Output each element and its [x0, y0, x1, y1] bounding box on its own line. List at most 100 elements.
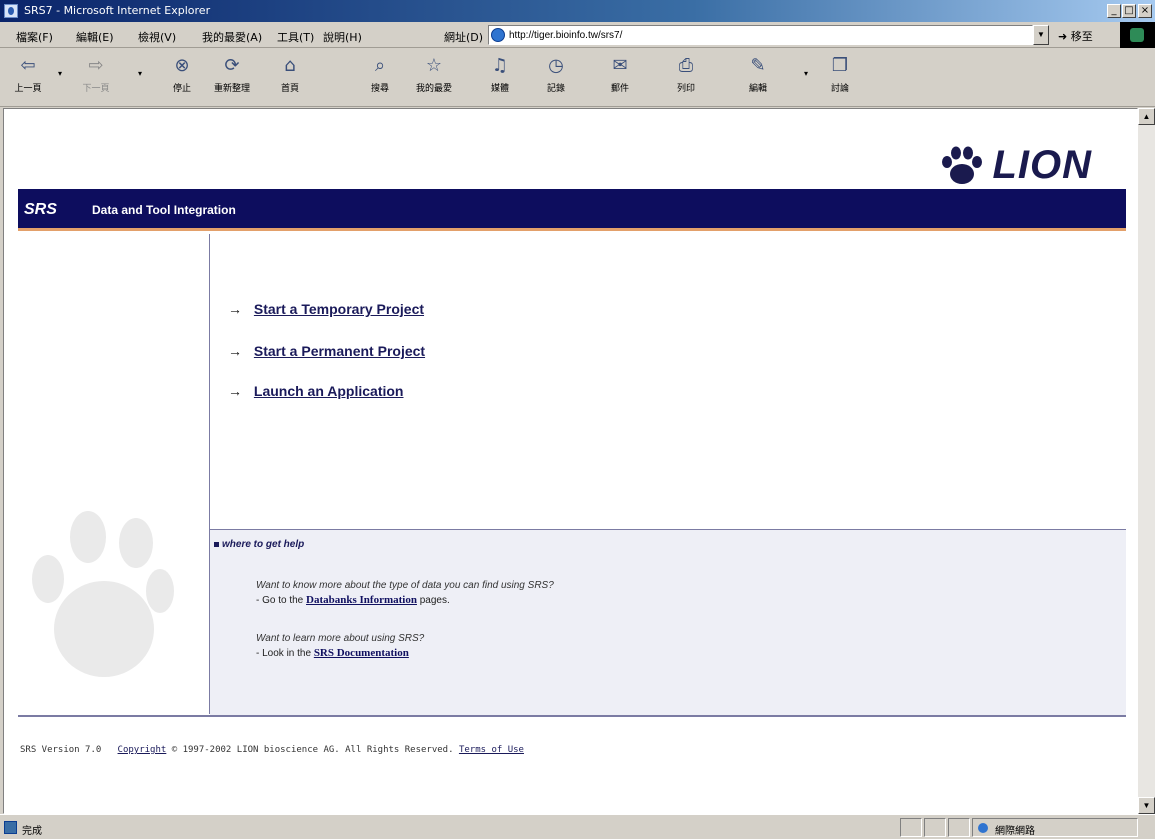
internet-zone-icon	[978, 823, 988, 833]
edit-label: 編輯	[748, 84, 767, 94]
title-bar: SRS7 - Microsoft Internet Explorer _ □ ×	[0, 0, 1155, 22]
stop-button[interactable]: ⊗ 停止	[160, 53, 204, 101]
back-button[interactable]: ⇦ 上一頁	[6, 53, 50, 101]
print-button[interactable]: ⎙ 列印	[664, 53, 708, 101]
edit-dropdown-icon[interactable]: ▾	[804, 69, 808, 78]
home-icon: ⌂	[284, 55, 296, 76]
footer-copyright-text: © 1997-2002 LION bioscience AG. All Righ…	[171, 745, 454, 755]
terms-of-use-link[interactable]: Terms of Use	[459, 745, 524, 755]
stop-icon: ⊗	[174, 55, 190, 76]
discuss-icon: ❐	[831, 55, 849, 76]
refresh-button[interactable]: ⟳ 重新整理	[210, 53, 254, 101]
status-cell	[924, 818, 946, 837]
menu-bar: 檔案(F) 編輯(E) 檢視(V) 我的最愛(A) 工具(T) 說明(H) 網址…	[0, 22, 1155, 48]
action-item-launch-application: → Launch an Application	[228, 383, 404, 399]
action-item-permanent-project: → Start a Permanent Project	[228, 343, 425, 359]
vertical-scrollbar[interactable]: ▲ ▼	[1138, 108, 1155, 814]
square-bullet-icon	[214, 541, 219, 547]
ie-app-icon[interactable]	[4, 4, 18, 18]
stop-label: 停止	[172, 84, 191, 94]
help-answer-data: - Go to the Databanks Information pages.	[256, 594, 450, 606]
address-dropdown-button[interactable]: ▼	[1033, 25, 1049, 45]
search-button[interactable]: ⌕ 搜尋	[358, 53, 402, 101]
home-button[interactable]: ⌂ 首頁	[268, 53, 312, 101]
help-heading: where to get help	[214, 539, 304, 550]
address-input[interactable]	[509, 28, 1009, 42]
back-dropdown-icon[interactable]: ▾	[58, 69, 62, 78]
edit-button[interactable]: ✎ 編輯	[736, 53, 780, 101]
address-bar[interactable]	[488, 25, 1033, 45]
favorites-button[interactable]: ☆ 我的最愛	[412, 53, 456, 101]
help-answer-data-suffix: pages.	[416, 595, 450, 606]
home-label: 首頁	[280, 84, 299, 94]
history-button[interactable]: ◷ 記錄	[534, 53, 578, 101]
favorites-label: 我的最愛	[415, 84, 452, 94]
ie-throbber-logo	[1120, 22, 1155, 48]
page-content: LION SRS Data and Tool Integration → Sta…	[3, 108, 1138, 814]
refresh-label: 重新整理	[213, 84, 250, 94]
menu-tools[interactable]: 工具(T)	[277, 29, 314, 45]
menu-view[interactable]: 檢視(V)	[138, 29, 176, 45]
page-footer: SRS Version 7.0 Copyright © 1997-2002 LI…	[20, 745, 524, 755]
arrow-right-icon: →	[228, 301, 242, 317]
paw-watermark-icon	[32, 511, 174, 677]
start-permanent-project-link[interactable]: Start a Permanent Project	[254, 343, 425, 359]
menu-file[interactable]: 檔案(F)	[16, 29, 53, 45]
close-button[interactable]: ×	[1138, 4, 1152, 18]
back-label: 上一頁	[14, 84, 42, 94]
scroll-down-button[interactable]: ▼	[1138, 797, 1155, 814]
media-button[interactable]: ♫ 媒體	[478, 53, 522, 101]
copyright-link[interactable]: Copyright	[118, 745, 167, 755]
srs-documentation-link[interactable]: SRS Documentation	[314, 647, 409, 659]
lion-logo: LION	[940, 143, 1092, 191]
menu-help[interactable]: 說明(H)	[323, 29, 362, 45]
forward-button[interactable]: ⇨ 下一頁	[74, 53, 118, 101]
maximize-button[interactable]: □	[1122, 4, 1136, 18]
databanks-information-link[interactable]: Databanks Information	[306, 594, 417, 606]
help-panel	[210, 530, 1126, 715]
status-cell	[900, 818, 922, 837]
forward-label: 下一頁	[82, 84, 110, 94]
browser-window: SRS7 - Microsoft Internet Explorer _ □ ×…	[0, 0, 1155, 839]
toolbar: ⇦ 上一頁 ▾ ⇨ 下一頁 ▾ ⊗ 停止 ⟳ 重新整理 ⌂ 首頁 ⌕ 搜尋 ☆ …	[0, 49, 1155, 107]
menu-favorites[interactable]: 我的最愛(A)	[202, 29, 262, 45]
security-zone-text: 網際網路	[995, 826, 1035, 837]
help-question-usage: Want to learn more about using SRS?	[256, 633, 425, 644]
history-icon: ◷	[548, 55, 564, 76]
mail-icon: ✉	[612, 55, 628, 76]
help-answer-usage-prefix: - Look in the	[256, 648, 314, 659]
launch-application-link[interactable]: Launch an Application	[254, 383, 404, 399]
security-zone: 網際網路	[972, 818, 1138, 837]
forward-arrow-icon: ⇨	[88, 55, 104, 76]
help-answer-usage: - Look in the SRS Documentation	[256, 647, 409, 659]
discuss-button[interactable]: ❐ 討論	[818, 53, 862, 101]
forward-dropdown-icon[interactable]: ▾	[138, 69, 142, 78]
mail-label: 郵件	[610, 84, 629, 94]
print-icon: ⎙	[678, 55, 694, 76]
scroll-up-button[interactable]: ▲	[1138, 108, 1155, 125]
media-icon: ♫	[491, 55, 509, 76]
address-label: 網址(D)	[444, 31, 484, 44]
back-arrow-icon: ⇦	[20, 55, 36, 76]
page-icon	[491, 28, 505, 42]
menu-edit[interactable]: 編輯(E)	[76, 29, 114, 45]
start-temporary-project-link[interactable]: Start a Temporary Project	[254, 301, 424, 317]
status-bar: 完成 網際網路	[0, 814, 1155, 839]
footer-version: SRS Version 7.0	[20, 745, 102, 755]
page-done-icon	[4, 821, 17, 834]
help-answer-data-prefix: - Go to the	[256, 595, 307, 606]
favorites-icon: ☆	[425, 55, 443, 76]
history-label: 記錄	[546, 84, 565, 94]
minimize-button[interactable]: _	[1107, 4, 1121, 18]
go-button[interactable]: ➜ 移至	[1058, 28, 1093, 44]
banner-srs-title: SRS	[24, 201, 57, 218]
paw-logo-icon	[942, 146, 982, 184]
help-heading-text: where to get help	[222, 539, 305, 550]
mail-button[interactable]: ✉ 郵件	[598, 53, 642, 101]
discuss-label: 討論	[830, 84, 849, 94]
search-label: 搜尋	[370, 84, 389, 94]
action-item-temporary-project: → Start a Temporary Project	[228, 301, 424, 317]
arrow-right-icon: →	[228, 343, 242, 359]
arrow-right-icon: →	[228, 383, 242, 399]
help-question-data: Want to know more about the type of data…	[256, 580, 554, 591]
